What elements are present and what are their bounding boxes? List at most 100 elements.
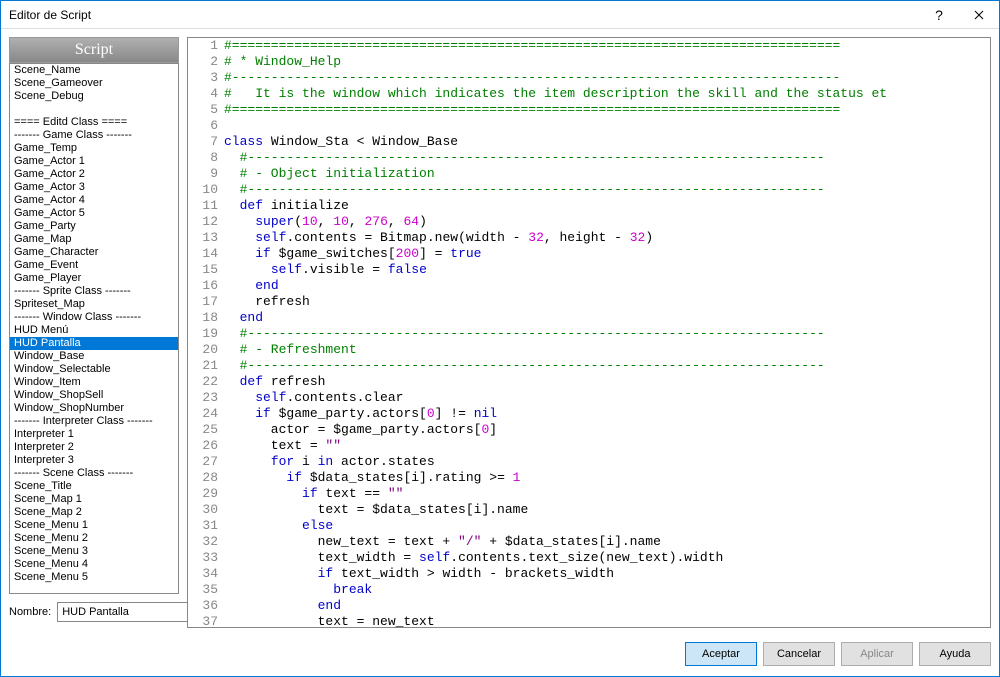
script-list-item[interactable]: Game_Actor 3 (10, 181, 178, 194)
help-dialog-button[interactable]: Ayuda (919, 642, 991, 666)
script-list-item[interactable]: Scene_Gameover (10, 77, 178, 90)
code-line[interactable]: def refresh (224, 374, 907, 390)
code-line[interactable]: # It is the window which indicates the i… (224, 86, 907, 102)
line-number: 34 (188, 566, 224, 582)
code-line[interactable]: break (224, 582, 907, 598)
line-number: 16 (188, 278, 224, 294)
line-number: 19 (188, 326, 224, 342)
script-list[interactable]: Scene_NameScene_GameoverScene_Debug ==== … (9, 63, 179, 594)
script-list-item[interactable]: Interpreter 3 (10, 454, 178, 467)
code-line[interactable]: text = "" (224, 438, 907, 454)
script-list-item[interactable]: Scene_Title (10, 480, 178, 493)
code-line[interactable]: if text == "" (224, 486, 907, 502)
code-line[interactable]: super(10, 10, 276, 64) (224, 214, 907, 230)
script-list-item[interactable]: Game_Actor 2 (10, 168, 178, 181)
script-list-item[interactable]: Scene_Map 2 (10, 506, 178, 519)
script-list-item[interactable]: HUD Pantalla (10, 337, 178, 350)
code-line[interactable]: text = $data_states[i].name (224, 502, 907, 518)
code-line[interactable]: # - Refreshment (224, 342, 907, 358)
script-panel-header: Script (9, 37, 179, 63)
script-list-item[interactable]: Scene_Menu 2 (10, 532, 178, 545)
script-list-item[interactable]: Game_Character (10, 246, 178, 259)
code-line[interactable]: if $game_party.actors[0] != nil (224, 406, 907, 422)
code-line[interactable]: self.visible = false (224, 262, 907, 278)
code-line[interactable]: end (224, 278, 907, 294)
script-list-item[interactable]: Window_Item (10, 376, 178, 389)
script-list-item[interactable]: Game_Actor 1 (10, 155, 178, 168)
script-list-item[interactable]: Interpreter 1 (10, 428, 178, 441)
code-line[interactable]: #=======================================… (224, 38, 907, 54)
code-line[interactable]: end (224, 598, 907, 614)
code-line[interactable]: else (224, 518, 907, 534)
script-list-item[interactable]: Scene_Menu 4 (10, 558, 178, 571)
script-list-item[interactable]: ------- Window Class ------- (10, 311, 178, 324)
script-list-item[interactable]: Scene_Menu 5 (10, 571, 178, 584)
apply-button[interactable]: Aplicar (841, 642, 913, 666)
line-number: 5 (188, 102, 224, 118)
code-line[interactable]: # - Object initialization (224, 166, 907, 182)
code-line[interactable]: # * Window_Help (224, 54, 907, 70)
script-list-item[interactable]: ------- Sprite Class ------- (10, 285, 178, 298)
script-list-item[interactable]: Game_Party (10, 220, 178, 233)
line-number: 33 (188, 550, 224, 566)
code-line[interactable]: #---------------------------------------… (224, 326, 907, 342)
code-line[interactable]: text_width = self.contents.text_size(new… (224, 550, 907, 566)
code-editor[interactable]: 1#======================================… (187, 37, 991, 628)
script-list-item[interactable]: Window_ShopNumber (10, 402, 178, 415)
code-line[interactable]: def initialize (224, 198, 907, 214)
script-list-item[interactable]: ------- Game Class ------- (10, 129, 178, 142)
code-line[interactable]: self.contents = Bitmap.new(width - 32, h… (224, 230, 907, 246)
name-label: Nombre: (9, 606, 51, 618)
code-line[interactable]: if $data_states[i].rating >= 1 (224, 470, 907, 486)
script-list-item[interactable]: Game_Actor 4 (10, 194, 178, 207)
script-list-item[interactable]: Scene_Name (10, 64, 178, 77)
line-number: 17 (188, 294, 224, 310)
dialog-buttons: Aceptar Cancelar Aplicar Ayuda (685, 642, 991, 666)
code-line[interactable]: text = new_text (224, 614, 907, 627)
line-number: 20 (188, 342, 224, 358)
line-number: 8 (188, 150, 224, 166)
script-list-item[interactable]: Spriteset_Map (10, 298, 178, 311)
code-line[interactable]: for i in actor.states (224, 454, 907, 470)
script-list-item[interactable]: HUD Menú (10, 324, 178, 337)
code-line[interactable]: self.contents.clear (224, 390, 907, 406)
script-list-item[interactable]: ------- Scene Class ------- (10, 467, 178, 480)
script-list-item[interactable]: Window_ShopSell (10, 389, 178, 402)
code-line[interactable]: #---------------------------------------… (224, 358, 907, 374)
code-line[interactable]: #---------------------------------------… (224, 182, 907, 198)
script-list-item[interactable]: Game_Map (10, 233, 178, 246)
script-list-item[interactable]: ==== Editd Class ==== (10, 116, 178, 129)
script-list-item[interactable]: Window_Selectable (10, 363, 178, 376)
code-line[interactable]: #---------------------------------------… (224, 70, 907, 86)
code-line[interactable]: #---------------------------------------… (224, 150, 907, 166)
code-line[interactable]: if text_width > width - brackets_width (224, 566, 907, 582)
script-list-item[interactable]: Game_Temp (10, 142, 178, 155)
line-number: 28 (188, 470, 224, 486)
code-line[interactable]: new_text = text + "/" + $data_states[i].… (224, 534, 907, 550)
code-line[interactable]: end (224, 310, 907, 326)
script-list-item[interactable]: Game_Player (10, 272, 178, 285)
script-list-item[interactable]: Game_Event (10, 259, 178, 272)
script-list-item[interactable]: Window_Base (10, 350, 178, 363)
script-list-item[interactable]: Scene_Debug (10, 90, 178, 103)
code-line[interactable]: if $game_switches[200] = true (224, 246, 907, 262)
script-list-item[interactable]: Scene_Menu 1 (10, 519, 178, 532)
code-line[interactable]: refresh (224, 294, 907, 310)
script-list-item[interactable] (10, 103, 178, 116)
script-list-item[interactable]: Interpreter 2 (10, 441, 178, 454)
line-number: 26 (188, 438, 224, 454)
ok-button[interactable]: Aceptar (685, 642, 757, 666)
script-list-item[interactable]: Game_Actor 5 (10, 207, 178, 220)
line-number: 32 (188, 534, 224, 550)
script-list-item[interactable]: Scene_Map 1 (10, 493, 178, 506)
cancel-button[interactable]: Cancelar (763, 642, 835, 666)
script-list-item[interactable]: Scene_Menu 3 (10, 545, 178, 558)
code-line[interactable]: class Window_Sta < Window_Base (224, 134, 907, 150)
help-button[interactable]: ? (919, 1, 959, 29)
code-line[interactable]: actor = $game_party.actors[0] (224, 422, 907, 438)
line-number: 37 (188, 614, 224, 627)
close-button[interactable] (959, 1, 999, 29)
code-line[interactable]: #=======================================… (224, 102, 907, 118)
script-list-item[interactable]: ------- Interpreter Class ------- (10, 415, 178, 428)
code-line[interactable] (224, 118, 907, 134)
